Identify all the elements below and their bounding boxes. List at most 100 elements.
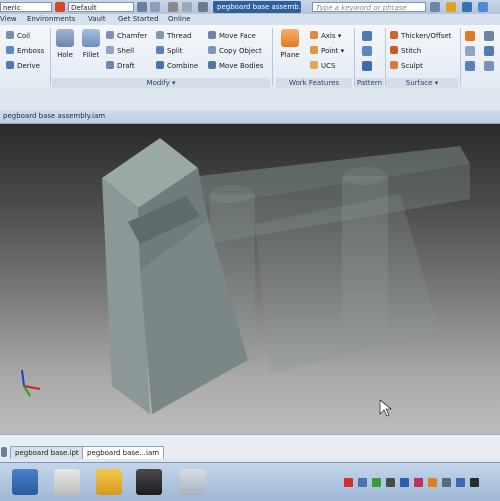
tab-get-started[interactable]: Get Started xyxy=(118,15,159,24)
sculpt-label: Sculpt xyxy=(401,62,423,70)
tray-flag-icon[interactable] xyxy=(428,478,437,487)
workspace-combo[interactable]: neric xyxy=(0,2,52,12)
tray-security-icon[interactable] xyxy=(372,478,381,487)
autodesk-icon[interactable] xyxy=(54,469,80,495)
style-combo[interactable]: Default xyxy=(68,2,134,12)
split-label: Split xyxy=(167,47,183,55)
color-override-icon[interactable] xyxy=(55,2,65,12)
coil-icon xyxy=(6,31,14,39)
inventor-task-icon[interactable] xyxy=(180,469,206,495)
model-scene[interactable] xyxy=(0,124,500,434)
qat-dropdown-icon[interactable] xyxy=(198,2,208,12)
circular-pattern-icon[interactable] xyxy=(362,46,372,56)
thread-label: Thread xyxy=(167,32,192,40)
point-icon xyxy=(310,46,318,54)
modify-group-label[interactable]: Modify ▾ xyxy=(52,78,270,88)
z-axis-icon xyxy=(21,369,25,387)
tray-app-icon[interactable] xyxy=(344,478,353,487)
stitch-icon xyxy=(390,46,398,54)
tab-vault[interactable]: Vault xyxy=(88,15,106,24)
doc-tab-pegboard-base-ipt[interactable]: pegboard base.ipt xyxy=(10,446,84,459)
tab-environments[interactable]: Environments xyxy=(27,15,75,24)
tray-power-icon[interactable] xyxy=(456,478,465,487)
point-button[interactable]: Point ▾ xyxy=(310,46,344,57)
move-face-button[interactable]: Move Face xyxy=(208,31,256,42)
axis-button[interactable]: Axis ▾ xyxy=(310,31,341,42)
bracket-body[interactable] xyxy=(255,194,440,374)
mouse-cursor-icon xyxy=(379,399,392,417)
doc-tab-pegboard-base-iam[interactable]: pegboard base...iam xyxy=(82,446,165,459)
grill-icon[interactable] xyxy=(484,46,494,56)
draft-button[interactable]: Draft xyxy=(106,61,135,72)
mirror-icon[interactable] xyxy=(362,61,372,71)
combine-icon xyxy=(156,61,164,69)
hole-button[interactable]: Hole xyxy=(52,29,78,59)
tab-view[interactable]: View xyxy=(0,15,17,24)
boss-icon[interactable] xyxy=(484,31,494,41)
quick-access-toolbar: neric Default pegboard base assemb... Ty… xyxy=(0,0,500,15)
chamfer-icon xyxy=(106,31,114,39)
tab-online[interactable]: Online xyxy=(168,15,191,24)
thicken-offset-button[interactable]: Thicken/Offset xyxy=(390,31,451,42)
rectangular-pattern-icon[interactable] xyxy=(362,31,372,41)
undo-icon[interactable] xyxy=(150,2,160,12)
chamfer-button[interactable]: Chamfer xyxy=(106,31,147,42)
help-icon[interactable] xyxy=(478,2,488,12)
sculpt-button[interactable]: Sculpt xyxy=(390,61,423,72)
draft-icon xyxy=(106,61,114,69)
tray-bluetooth-icon[interactable] xyxy=(400,478,409,487)
communication-icon[interactable] xyxy=(462,2,472,12)
plastic-part-icon[interactable] xyxy=(465,31,475,41)
windows-taskbar xyxy=(0,462,500,501)
lighting-icon[interactable] xyxy=(137,2,147,12)
ucs-button[interactable]: UCS xyxy=(310,61,335,72)
tab-scroll-icon[interactable] xyxy=(1,447,7,457)
derive-button[interactable]: Derive xyxy=(6,61,40,72)
axis-icon xyxy=(310,31,318,39)
fillet-button[interactable]: Fillet xyxy=(78,29,104,59)
thread-button[interactable]: Thread xyxy=(156,31,191,42)
ribbon-separator xyxy=(50,28,51,86)
plane-button[interactable]: Plane xyxy=(276,29,304,59)
pattern-group-label: Pattern xyxy=(355,78,384,88)
split-button[interactable]: Split xyxy=(156,46,183,57)
emboss-button[interactable]: Emboss xyxy=(6,46,44,57)
ribbon-separator xyxy=(272,28,273,86)
tray-n-icon[interactable] xyxy=(414,478,423,487)
move-icon[interactable] xyxy=(182,2,192,12)
document-tabs: pegboard base.ipt pegboard base...iam xyxy=(0,434,500,459)
coil-label: Coil xyxy=(17,32,31,40)
tray-network-icon[interactable] xyxy=(358,478,367,487)
combine-button[interactable]: Combine xyxy=(156,61,198,72)
snap-fit-icon[interactable] xyxy=(465,61,475,71)
tray-clock-icon[interactable] xyxy=(470,478,479,487)
tray-monitor-icon[interactable] xyxy=(386,478,395,487)
file-explorer-icon[interactable] xyxy=(12,469,38,495)
folder-icon[interactable] xyxy=(96,469,122,495)
plane-label: Plane xyxy=(280,51,300,59)
surface-group-label[interactable]: Surface ▾ xyxy=(386,78,458,88)
fillet-label: Fillet xyxy=(82,51,100,59)
shell-label: Shell xyxy=(117,47,135,55)
thicken-offset-icon xyxy=(390,31,398,39)
lip-icon[interactable] xyxy=(484,61,494,71)
search-icon[interactable] xyxy=(430,2,440,12)
stitch-button[interactable]: Stitch xyxy=(390,46,421,57)
ribbon-separator xyxy=(460,28,461,86)
ribbon-panel: Coil Emboss Derive Hole Fillet Chamfer S… xyxy=(0,25,500,90)
coil-button[interactable]: Coil xyxy=(6,31,30,42)
copy-object-button[interactable]: Copy Object xyxy=(208,46,262,57)
shell-button[interactable]: Shell xyxy=(106,46,134,57)
hole-icon xyxy=(56,29,74,47)
hole-label: Hole xyxy=(57,51,73,59)
rule-fillet-icon[interactable] xyxy=(465,46,475,56)
subscription-icon[interactable] xyxy=(446,2,456,12)
move-bodies-label: Move Bodies xyxy=(219,62,264,70)
function-icon[interactable] xyxy=(168,2,178,12)
move-bodies-button[interactable]: Move Bodies xyxy=(208,61,263,72)
media-player-icon[interactable] xyxy=(136,469,162,495)
search-input[interactable]: Type a keyword or phrase xyxy=(312,2,426,12)
tray-volume-icon[interactable] xyxy=(442,478,451,487)
graphics-window[interactable] xyxy=(0,124,500,434)
split-icon xyxy=(156,46,164,54)
